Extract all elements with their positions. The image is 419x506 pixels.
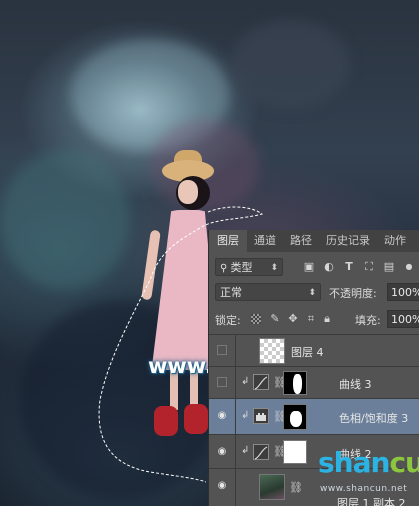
watermark-shancun: shancun www.shancun.net xyxy=(318,440,419,500)
clipping-arrow-icon: ↲ xyxy=(241,410,250,421)
tree-foliage xyxy=(0,150,130,290)
layer-name[interactable]: 曲线 3 xyxy=(339,376,372,392)
layer-mask-thumbnail[interactable] xyxy=(283,371,307,395)
clipping-arrow-icon: ↲ xyxy=(241,376,250,387)
lock-position-icon[interactable]: ✥ xyxy=(287,313,299,325)
curves-adjustment-icon xyxy=(253,444,269,460)
right-boot xyxy=(184,404,208,434)
mask-shape xyxy=(290,411,302,427)
tab-paths[interactable]: 路径 xyxy=(283,230,319,252)
chevron-updown-icon: ⬍ xyxy=(270,263,278,273)
divider xyxy=(235,469,236,506)
pixel-filter-icon[interactable]: ▣ xyxy=(303,261,315,273)
filter-kind-dropdown[interactable]: ⚲ 类型 ⬍ xyxy=(215,258,283,276)
eye-icon[interactable]: ◉ xyxy=(215,481,229,491)
watermark-shancun-url: www.shancun.net xyxy=(320,484,408,494)
layer-name[interactable]: 色相/饱和度 3 xyxy=(339,410,408,426)
divider xyxy=(235,435,236,469)
tree-foliage xyxy=(230,20,350,110)
left-boot xyxy=(154,406,178,436)
filter-kind-value: 类型 xyxy=(230,261,253,274)
layer-mask-thumbnail[interactable] xyxy=(283,440,307,464)
panel-tab-bar: 图层 通道 路径 历史记录 动作 xyxy=(209,230,419,252)
lock-transparent-icon[interactable] xyxy=(251,314,261,324)
adjustment-filter-icon[interactable]: ◐ xyxy=(323,261,335,273)
lock-artboard-icon[interactable]: ⌗ xyxy=(305,313,317,325)
fill-label: 填充: xyxy=(355,314,381,327)
mask-shape xyxy=(284,441,306,463)
eye-icon[interactable]: ◉ xyxy=(215,411,229,421)
type-filter-icon[interactable]: T xyxy=(343,261,355,273)
left-arm xyxy=(141,229,161,301)
layer-mask-thumbnail[interactable] xyxy=(283,404,307,430)
smart-object-filter-icon[interactable]: ▤ xyxy=(383,261,395,273)
photoshop-window: www.240ps.com 图层 通道 路径 历史记录 动作 ⚲ 类型 ⬍ ▣ … xyxy=(0,0,419,506)
layer-name[interactable]: 图层 4 xyxy=(291,344,324,360)
divider xyxy=(235,367,236,399)
filter-toolbar: ⚲ 类型 ⬍ ▣ ◐ T ⛶ ▤ ● xyxy=(209,254,419,280)
hue-saturation-adjustment-icon xyxy=(253,408,269,424)
lock-paint-icon[interactable]: ✎ xyxy=(269,313,281,325)
clipping-arrow-icon: ↲ xyxy=(241,445,250,456)
opacity-label: 不透明度: xyxy=(329,287,377,300)
tab-layers[interactable]: 图层 xyxy=(209,230,247,252)
link-icon[interactable]: ⛓ xyxy=(289,481,303,494)
eye-icon[interactable]: ◉ xyxy=(215,447,229,457)
lock-all-icon[interactable]: 🔒︎ xyxy=(321,313,333,325)
lock-toolbar: 锁定: ✎ ✥ ⌗ 🔒︎ 填充: 100% xyxy=(209,306,419,332)
shape-filter-icon[interactable]: ⛶ xyxy=(363,261,375,273)
curves-icon xyxy=(254,376,268,390)
watermark-shancun-logo: shancun xyxy=(318,446,419,479)
blend-toolbar: 正常 ⬍ 不透明度: 100% xyxy=(209,280,419,306)
tab-channels[interactable]: 通道 xyxy=(247,230,283,252)
fill-input[interactable]: 100% xyxy=(387,310,419,328)
opacity-input[interactable]: 100% xyxy=(387,283,419,301)
divider xyxy=(235,335,236,367)
layer-thumbnail xyxy=(259,338,285,364)
face xyxy=(178,180,198,204)
visibility-toggle-off[interactable] xyxy=(217,377,227,387)
layer-row-layer-4[interactable]: 图层 4 xyxy=(209,334,419,367)
layer-thumbnail xyxy=(259,474,285,500)
curves-adjustment-icon xyxy=(253,374,269,390)
filter-toggle-icon[interactable]: ● xyxy=(403,261,415,273)
layer-row-curves-3[interactable]: ↲ ⛓ 曲线 3 xyxy=(209,366,419,399)
visibility-toggle-off[interactable] xyxy=(217,345,227,355)
tab-actions[interactable]: 动作 xyxy=(377,230,413,252)
hue-saturation-icon xyxy=(256,413,266,421)
lock-label: 锁定: xyxy=(215,314,241,327)
blend-mode-value: 正常 xyxy=(220,286,242,299)
watermark-cun: cun xyxy=(389,446,419,479)
layer-row-hue-saturation-3[interactable]: ◉ ↲ ⛓ 色相/饱和度 3 xyxy=(209,398,419,435)
blend-mode-dropdown[interactable]: 正常 ⬍ xyxy=(215,283,321,301)
watermark-shan: shan xyxy=(318,446,390,479)
chevron-updown-icon: ⬍ xyxy=(308,288,316,298)
curves-icon xyxy=(254,446,268,460)
tab-history[interactable]: 历史记录 xyxy=(319,230,377,252)
mask-shape xyxy=(293,374,302,394)
search-icon: ⚲ xyxy=(220,263,231,274)
divider xyxy=(235,399,236,435)
